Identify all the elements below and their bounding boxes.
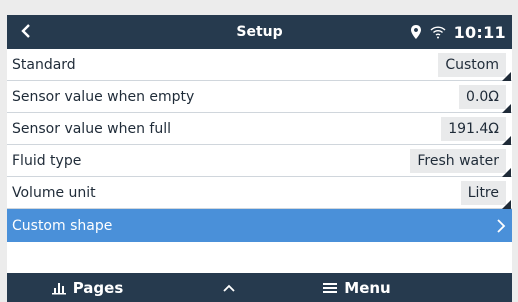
device-screen: Setup 10:11 Standard Custom Sensor value… xyxy=(7,15,512,302)
setting-value[interactable]: Custom xyxy=(438,52,511,81)
setting-row-volume-unit[interactable]: Volume unit Litre xyxy=(7,177,512,209)
setting-label: Sensor value when full xyxy=(12,120,171,137)
pages-button[interactable]: Pages xyxy=(7,273,167,302)
setting-label: Sensor value when empty xyxy=(12,88,195,105)
setting-row-sensor-full[interactable]: Sensor value when full 191.4Ω xyxy=(7,113,512,145)
setting-value[interactable]: Litre xyxy=(460,180,511,209)
menu-label: Menu xyxy=(344,278,391,297)
setting-label: Standard xyxy=(12,56,76,73)
clock: 10:11 xyxy=(453,22,506,42)
editable-corner-icon xyxy=(502,103,511,113)
setting-row-sensor-empty[interactable]: Sensor value when empty 0.0Ω xyxy=(7,81,512,113)
editable-corner-icon xyxy=(502,71,511,81)
chevron-up-icon xyxy=(223,284,235,292)
pages-label: Pages xyxy=(72,278,124,297)
editable-corner-icon xyxy=(502,135,511,145)
setting-row-standard[interactable]: Standard Custom xyxy=(7,49,512,81)
footer-bar: Pages Menu xyxy=(7,273,512,302)
settings-list: Standard Custom Sensor value when empty … xyxy=(7,49,512,242)
chevron-right-icon xyxy=(497,218,506,233)
expand-button[interactable] xyxy=(167,273,291,302)
wifi-icon xyxy=(430,26,446,39)
menu-button[interactable]: Menu xyxy=(291,273,422,302)
submenu-label: Custom shape xyxy=(12,217,113,234)
editable-corner-icon xyxy=(502,199,511,209)
submenu-row-custom-shape[interactable]: Custom shape xyxy=(7,209,512,242)
hamburger-menu-icon xyxy=(323,282,338,293)
header-bar: Setup 10:11 xyxy=(7,15,512,49)
setting-label: Fluid type xyxy=(12,152,82,169)
setting-value[interactable]: Fresh water xyxy=(410,148,511,177)
status-area: 10:11 xyxy=(410,15,506,49)
location-pin-icon xyxy=(410,25,421,39)
setting-value[interactable]: 0.0Ω xyxy=(459,84,511,113)
setting-value[interactable]: 191.4Ω xyxy=(441,116,511,145)
setting-row-fluid-type[interactable]: Fluid type Fresh water xyxy=(7,145,512,177)
setting-label: Volume unit xyxy=(12,184,96,201)
bar-chart-icon xyxy=(51,282,66,294)
editable-corner-icon xyxy=(502,167,511,177)
